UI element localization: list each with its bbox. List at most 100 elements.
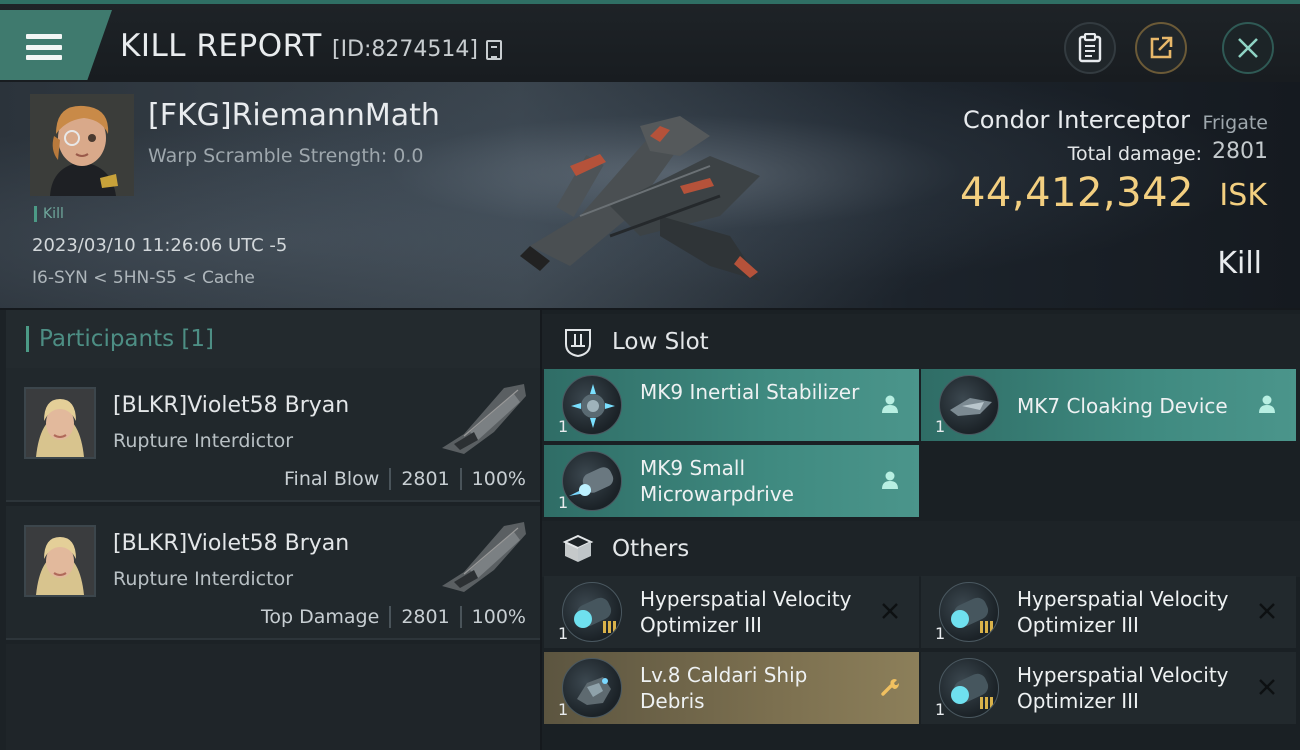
module-name: Hyperspatial Velocity Optimizer III [1017,663,1229,713]
rig-icon [939,658,999,718]
pilot-icon [882,395,898,413]
participant-damage: 2801 [401,606,450,628]
module-quantity: 1 [558,493,569,512]
module-item[interactable]: 1 Hyperspatial Velocity Optimizer III [921,576,1296,648]
close-icon [1238,38,1258,58]
fitting-panel: Low Slot 1 MK9 Inertial Stabilizer 1 MK7… [542,310,1300,750]
microwarpdrive-icon [562,451,622,511]
others-header: Others [542,521,1300,577]
kill-timestamp: 2023/03/10 11:26:06 UTC -5 [32,235,288,256]
rig-icon [939,582,999,642]
rig-icon [562,582,622,642]
participant-portrait-image [26,527,94,595]
module-quantity: 1 [558,417,569,436]
stat-divider [389,468,392,490]
share-icon [1150,36,1173,59]
menu-button[interactable] [0,10,112,80]
module-quantity: 1 [935,417,946,436]
module-item[interactable]: 1 MK9 Inertial Stabilizer [544,369,919,441]
report-id: [ID:8274514] [332,37,478,62]
destroyed-icon [1259,679,1275,695]
module-item[interactable]: 1 Hyperspatial Velocity Optimizer III [921,652,1296,724]
victim-summary: [FKG]RiemannMath Warp Scramble Strength:… [0,82,1300,308]
module-item[interactable]: 1 Lv.8 Caldari Ship Debris [544,652,919,724]
module-item[interactable]: 1 MK9 Small Microwarpdrive [544,445,919,517]
clipboard-icon [1078,33,1102,63]
kill-result: Kill [1217,246,1262,281]
module-item[interactable]: 1 Hyperspatial Velocity Optimizer III [544,576,919,648]
cloaking-device-icon [939,375,999,435]
stat-divider [459,606,462,628]
pilot-portrait-image [30,94,134,196]
copy-id-icon[interactable] [486,40,502,60]
wrench-icon [881,679,899,696]
participant-name[interactable]: [BLKR]Violet58 Bryan [113,393,349,418]
module-name: MK9 Small Microwarpdrive [640,456,794,506]
module-name: MK9 Inertial Stabilizer [640,380,860,404]
cargo-box-icon [562,534,594,562]
pilot-icon [882,471,898,489]
participant-row[interactable]: [BLKR]Violet58 Bryan Rupture Interdictor… [6,506,540,640]
isk-value: 44,412,342 [959,170,1194,216]
participants-count: [1] [181,326,215,352]
module-name: Hyperspatial Velocity Optimizer III [1017,587,1229,637]
module-name: MK7 Cloaking Device [1017,394,1228,418]
module-name: Lv.8 Caldari Ship Debris [640,663,808,713]
kill-tag: Kill [34,206,64,222]
low-slot-header: Low Slot [542,314,1300,370]
warp-scramble-strength: Warp Scramble Strength: 0.0 [148,145,424,167]
module-quantity: 1 [558,624,569,643]
module-item[interactable]: 1 MK7 Cloaking Device [921,369,1296,441]
participants-title: Participants [1] [26,326,214,352]
pilot-icon [1259,395,1275,413]
participant-stats: Final Blow 2801 100% [284,468,526,490]
participant-ship-thumbnail[interactable] [434,512,534,596]
participant-avatar[interactable] [24,387,96,459]
module-quantity: 1 [935,624,946,643]
inertial-stabilizer-icon [562,375,622,435]
isk-unit: ISK [1219,178,1267,213]
total-damage-value: 2801 [1212,139,1268,164]
debris-icon [562,658,622,718]
participant-portrait-image [26,389,94,457]
participant-ship: Rupture Interdictor [113,568,293,590]
participant-role: Top Damage [261,606,380,628]
total-damage-label: Total damage: [1067,143,1202,165]
participants-empty-area [6,644,540,750]
destroyed-icon [1259,603,1275,619]
stat-divider [459,468,462,490]
close-button[interactable] [1222,22,1274,74]
participant-ship-thumbnail[interactable] [434,374,534,458]
page-title: KILL REPORT [120,28,322,64]
kill-report-header: KILL REPORT [ID:8274514] [0,0,1300,82]
others-label: Others [612,536,690,562]
participant-damage: 2801 [401,468,450,490]
module-name: Hyperspatial Velocity Optimizer III [640,587,852,637]
participant-ship: Rupture Interdictor [113,430,293,452]
participants-header: Participants [1] [6,310,540,368]
participant-role: Final Blow [284,468,380,490]
victim-portrait[interactable] [30,94,134,196]
notes-button[interactable] [1064,22,1116,74]
low-slot-icon [565,329,591,358]
victim-ship-class: Frigate [1202,112,1268,134]
module-quantity: 1 [558,700,569,719]
participants-panel: Participants [1] [BLKR]Violet58 Bryan Ru… [0,310,540,750]
destroyed-icon [882,603,898,619]
module-quantity: 1 [935,700,946,719]
participant-name[interactable]: [BLKR]Violet58 Bryan [113,531,349,556]
victim-ship-render[interactable] [510,96,780,286]
share-button[interactable] [1135,22,1187,74]
low-slot-label: Low Slot [612,329,709,355]
kill-location[interactable]: I6-SYN < 5HN-S5 < Cache [32,268,255,288]
participant-row[interactable]: [BLKR]Violet58 Bryan Rupture Interdictor… [6,368,540,502]
participant-avatar[interactable] [24,525,96,597]
stat-divider [389,606,392,628]
participant-percent: 100% [471,606,526,628]
victim-ship-name[interactable]: Condor Interceptor [963,106,1190,134]
participant-percent: 100% [471,468,526,490]
participants-label: Participants [39,326,175,352]
hamburger-menu-icon[interactable] [26,34,62,60]
victim-pilot-name[interactable]: [FKG]RiemannMath [148,98,440,133]
participant-stats: Top Damage 2801 100% [261,606,526,628]
